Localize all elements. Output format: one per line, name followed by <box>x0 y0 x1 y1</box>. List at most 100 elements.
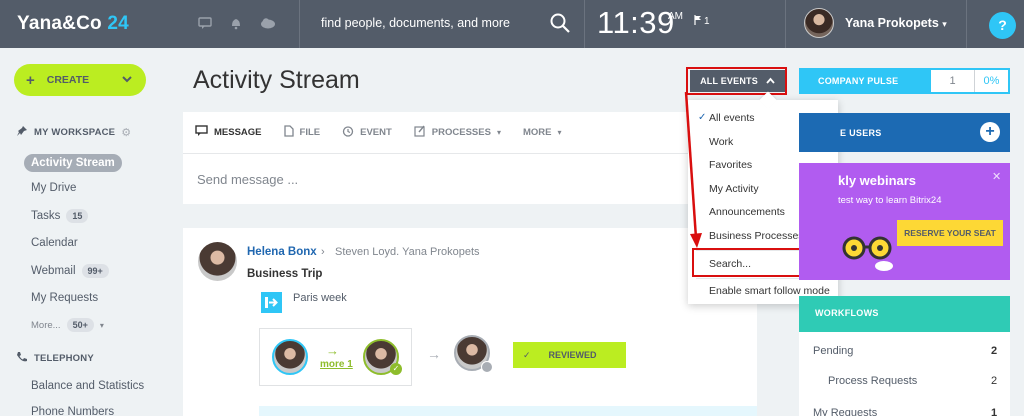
tab-processes[interactable]: PROCESSES ▾ <box>414 125 501 140</box>
edit-icon <box>414 125 426 140</box>
attachment-label: Paris week <box>293 292 347 304</box>
approval-flow: → more 1 ✓ <box>259 328 412 386</box>
help-button[interactable]: ? <box>989 12 1016 39</box>
clock-ampm: AM <box>668 11 683 22</box>
chevron-right-icon: › <box>321 246 325 258</box>
search-icon[interactable] <box>549 12 571 34</box>
bell-icon[interactable] <box>229 16 243 30</box>
phone-icon <box>16 351 28 366</box>
message-icon <box>195 125 208 140</box>
check-icon: ✓ <box>523 349 531 360</box>
plus-icon: + <box>26 71 35 89</box>
pulse-percent: 0% <box>983 75 1000 87</box>
avatar[interactable] <box>804 8 834 38</box>
pulse-count: 1 <box>931 70 975 92</box>
check-icon: ✓ <box>390 363 402 375</box>
company-pulse-stats: 1 0% <box>931 70 1008 92</box>
flag-icon <box>694 15 702 28</box>
tab-event[interactable]: EVENT <box>342 125 392 140</box>
avatar[interactable] <box>272 339 308 375</box>
chevron-down-icon <box>121 73 133 88</box>
create-button[interactable]: + CREATE <box>14 64 146 96</box>
clock-icon <box>342 125 354 140</box>
workflow-row-process-requests[interactable]: Process Requests <box>828 375 917 387</box>
reviewed-button[interactable]: ✓ REVIEWED <box>513 342 626 368</box>
sidebar-item-more[interactable]: More... 50+ ▾ <box>31 318 104 332</box>
divider <box>966 0 967 48</box>
sidebar-item-my-drive[interactable]: My Drive <box>31 182 76 194</box>
glasses-illustration-icon <box>842 236 893 271</box>
workflow-count: 1 <box>991 407 998 416</box>
workflow-row-pending[interactable]: Pending <box>813 345 853 357</box>
avatar[interactable] <box>198 242 237 281</box>
top-icons <box>198 16 275 30</box>
clock[interactable]: 11:39 <box>597 5 675 41</box>
divider <box>299 0 300 48</box>
divider <box>584 0 585 48</box>
section-telephony[interactable]: TELEPHONY <box>16 351 94 366</box>
invite-users-widget[interactable] <box>799 113 1010 152</box>
workflows-label: WORKFLOWS <box>815 308 879 318</box>
arrow-right-icon: → <box>326 343 339 358</box>
chat-icon[interactable] <box>198 16 212 30</box>
sidebar-item-calendar[interactable]: Calendar <box>31 237 78 249</box>
dropdown-item-my-activity[interactable]: My Activity <box>709 183 759 195</box>
arrow-right-box-icon <box>261 292 282 313</box>
dropdown-item-all-events[interactable]: All events <box>709 112 755 124</box>
close-icon[interactable]: ✕ <box>992 170 1001 183</box>
message-input[interactable]: Send message ... <box>197 172 298 187</box>
post-title: Business Trip <box>247 268 323 280</box>
chevron-down-icon: ▾ <box>557 128 562 137</box>
plus-icon[interactable]: + <box>980 122 1000 142</box>
post-composer: MESSAGE FILE EVENT PROCESSES ▾ MORE ▾ Send… <box>183 112 757 204</box>
check-icon: ✓ <box>698 112 707 123</box>
workflow-count: 2 <box>991 345 998 357</box>
sidebar-item-my-requests[interactable]: My Requests <box>31 292 98 304</box>
sidebar-item-phone-numbers[interactable]: Phone Numbers <box>31 406 114 416</box>
divider <box>785 0 786 48</box>
arrow-right-icon: → <box>427 346 441 362</box>
dropdown-item-business-processes[interactable]: Business Processes <box>709 230 804 242</box>
gear-icon[interactable]: ⚙ <box>121 126 131 139</box>
workflow-count: 2 <box>991 375 998 387</box>
tab-file[interactable]: FILE <box>283 125 320 140</box>
dropdown-item-announcements[interactable]: Announcements <box>709 206 785 218</box>
file-icon <box>283 125 294 140</box>
tab-more[interactable]: MORE ▾ <box>523 127 562 138</box>
sidebar-item-balance[interactable]: Balance and Statistics <box>31 380 144 392</box>
composer-tabs: MESSAGE FILE EVENT PROCESSES ▾ MORE ▾ <box>183 112 757 154</box>
pin-icon <box>16 125 28 140</box>
sidebar-item-webmail[interactable]: Webmail 99+ <box>31 264 109 278</box>
post-footer <box>259 406 757 416</box>
webinar-title: kly webinars <box>838 173 917 188</box>
post-author-link[interactable]: Helena Bonx <box>247 246 317 258</box>
search-input[interactable]: find people, documents, and more <box>321 16 510 30</box>
webinar-subtitle: test way to learn Bitrix24 <box>838 195 942 206</box>
dropdown-item-work[interactable]: Work <box>709 136 733 148</box>
chevron-down-icon: ▾ <box>99 320 104 330</box>
cloud-icon[interactable] <box>260 16 275 30</box>
top-bar: Yana&Co 24 find people, documents, and m… <box>0 0 1024 48</box>
section-my-workspace[interactable]: MY WORKSPACE ⚙ <box>16 125 131 140</box>
count-badge: 15 <box>66 209 89 223</box>
company-pulse-label: COMPANY PULSE <box>818 76 899 86</box>
page-title: Activity Stream <box>193 66 360 94</box>
chevron-down-icon: ▾ <box>496 128 501 137</box>
count-badge: 50+ <box>66 318 94 332</box>
post-recipients[interactable]: Steven Loyd. Yana Prokopets <box>335 246 480 258</box>
logo[interactable]: Yana&Co 24 <box>17 13 129 35</box>
reserve-seat-button[interactable]: RESERVE YOUR SEAT <box>897 220 1003 246</box>
clock-icon <box>481 361 493 373</box>
invite-users-label: E USERS <box>840 128 882 138</box>
chevron-down-icon: ▾ <box>942 19 947 29</box>
user-menu[interactable]: Yana Prokopets ▾ <box>845 16 947 30</box>
sidebar-item-activity-stream[interactable]: Activity Stream <box>24 154 122 172</box>
flag-counter[interactable]: 1 <box>694 15 710 28</box>
dropdown-item-favorites[interactable]: Favorites <box>709 159 752 171</box>
annotation-highlight-box <box>686 67 787 95</box>
workflow-row-my-requests[interactable]: My Requests <box>813 407 877 416</box>
feed-post: Helena Bonx › Steven Loyd. Yana Prokopet… <box>183 228 757 416</box>
more-approvers-link[interactable]: more 1 <box>320 359 353 370</box>
tab-message[interactable]: MESSAGE <box>195 125 262 140</box>
sidebar-item-tasks[interactable]: Tasks 15 <box>31 209 89 223</box>
